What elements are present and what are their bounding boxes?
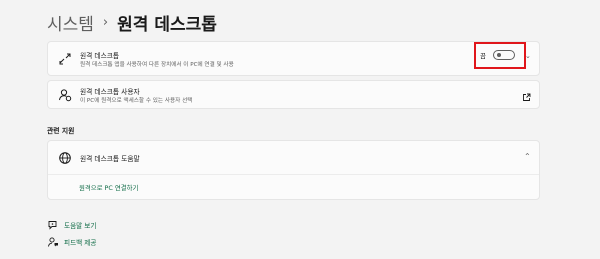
connect-remotely-link[interactable]: 원격으로 PC 연결하기 <box>79 183 138 192</box>
remote-users-title: 원격 데스크톱 사용자 <box>80 88 140 96</box>
help-expander-card: 원격 데스크톱 도움말 ⌃ 원격으로 PC 연결하기 <box>47 140 540 200</box>
remote-desktop-users-card[interactable]: 원격 데스크톱 사용자 이 PC에 원격으로 액세스할 수 있는 사용자 선택 <box>47 80 540 109</box>
get-help-link[interactable]: 도움말 보기 <box>47 219 96 231</box>
remote-desktop-setting-card[interactable]: 원격 데스크톱 원격 데스크톱 앱을 사용하여 다른 장치에서 이 PC에 연결… <box>47 41 540 76</box>
remote-desktop-title: 원격 데스크톱 <box>80 52 120 60</box>
related-support-header: 관련 지원 <box>47 127 75 135</box>
feedback-label: 피드백 제공 <box>64 239 97 247</box>
remote-users-icon <box>58 88 72 102</box>
get-help-label: 도움말 보기 <box>64 222 97 230</box>
remote-desktop-icon <box>58 52 72 66</box>
page-title: 원격 데스크톱 <box>117 15 217 35</box>
chevron-down-icon[interactable]: ⌄ <box>525 52 531 60</box>
breadcrumb-parent-system[interactable]: 시스템 <box>47 10 94 35</box>
remote-users-description: 이 PC에 원격으로 액세스할 수 있는 사용자 선택 <box>80 98 193 104</box>
toggle-state-label: 끔 <box>480 52 486 60</box>
get-help-icon <box>47 219 59 231</box>
remote-desktop-toggle[interactable] <box>492 50 515 60</box>
feedback-icon <box>47 236 59 248</box>
open-external-icon[interactable] <box>522 87 531 106</box>
breadcrumb: 시스템 › 원격 데스크톱 <box>47 10 217 35</box>
feedback-link[interactable]: 피드백 제공 <box>47 236 96 248</box>
remote-desktop-description: 원격 데스크톱 앱을 사용하여 다른 장치에서 이 PC에 연결 및 사용 <box>80 62 234 68</box>
remote-desktop-toggle-group: 끔 <box>480 50 515 60</box>
toggle-knob <box>496 53 501 57</box>
globe-icon <box>58 151 72 165</box>
chevron-up-icon[interactable]: ⌃ <box>524 152 531 161</box>
help-title: 원격 데스크톱 도움말 <box>80 155 140 163</box>
breadcrumb-separator: › <box>102 15 109 30</box>
help-expander-header[interactable]: 원격 데스크톱 도움말 ⌃ <box>48 141 539 175</box>
